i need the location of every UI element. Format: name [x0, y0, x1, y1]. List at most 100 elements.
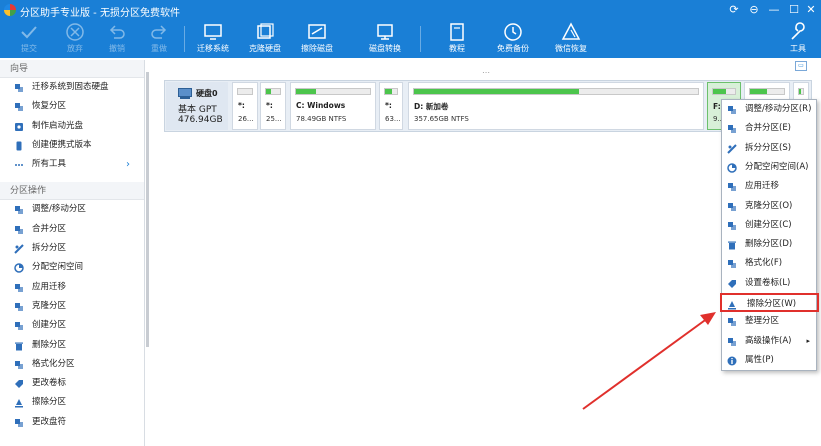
partition-usage-bar: [749, 88, 785, 95]
context-menu-item[interactable]: 格式化(F): [722, 254, 816, 273]
wipe-disk-button[interactable]: 擦除磁盘: [292, 22, 342, 58]
partition-block[interactable]: D: 新加卷 357.65GB NTFS: [408, 82, 704, 130]
disk-info[interactable]: 硬盘0 基本 GPT 476.94GB: [166, 82, 228, 130]
sidebar-item[interactable]: 格式化分区: [0, 355, 144, 374]
context-menu-item-label: 拆分分区(S): [745, 142, 792, 153]
discard-icon: [66, 23, 84, 41]
letter-icon: [15, 418, 23, 427]
sidebar-item-label: 应用迁移: [32, 281, 67, 292]
disk-type: 基本 GPT: [178, 105, 217, 115]
sidebar-scrollbar[interactable]: [146, 72, 149, 347]
submit-button[interactable]: 提交: [4, 22, 54, 58]
clone-disk-label: 克隆硬盘: [249, 44, 281, 53]
format-icon: [15, 360, 23, 369]
sidebar-item[interactable]: 迁移系统到固态硬盘: [0, 78, 144, 97]
feedback-icon[interactable]: ⊖: [744, 2, 764, 18]
submit-label: 提交: [21, 44, 37, 53]
sidebar-item-label: 调整/移动分区: [32, 204, 86, 215]
sidebar-item[interactable]: 所有工具 ›: [0, 155, 144, 174]
context-menu-item[interactable]: 分配空闲空间(A): [722, 158, 816, 177]
toolbar-divider: [420, 26, 421, 52]
context-menu-item[interactable]: 拆分分区(S): [722, 139, 816, 158]
context-menu-item[interactable]: 创建分区(C): [722, 216, 816, 235]
context-menu-item[interactable]: 应用迁移: [722, 177, 816, 196]
sidebar-item-label: 格式化分区: [32, 358, 75, 369]
context-menu-item[interactable]: 删除分区(D): [722, 235, 816, 254]
partition-name: C: Windows: [296, 101, 346, 110]
partition-usage-fill: [713, 89, 727, 94]
wipe-icon: [728, 301, 736, 310]
window-title: 分区助手专业版 - 无损分区免费软件: [20, 8, 180, 19]
partition-info: 78.49GB NTFS: [296, 115, 347, 123]
migrate-icon: [204, 24, 222, 40]
redo-icon: [151, 25, 167, 39]
minimize-button[interactable]: —: [764, 2, 784, 18]
clone-disk-button[interactable]: 克隆硬盘: [240, 22, 290, 58]
bootdisk-icon: [15, 122, 23, 131]
backup-button[interactable]: 免费备份: [488, 22, 538, 58]
sidebar-item[interactable]: 应用迁移: [0, 278, 144, 297]
context-menu-item[interactable]: 调整/移动分区(R): [722, 100, 816, 119]
partition-usage-bar: [413, 88, 699, 95]
sidebar: 向导 迁移系统到固态硬盘 恢复分区 制作启动光盘 创建便携式版本 所有工具 › 分区操作 …: [0, 60, 145, 446]
sidebar-item-label: 所有工具: [32, 159, 67, 170]
delete-icon: [728, 241, 736, 250]
context-menu-item[interactable]: 整理分区: [722, 312, 816, 331]
context-menu-item[interactable]: 设置卷标(L): [722, 274, 816, 293]
convert-disk-button[interactable]: 磁盘转换: [360, 22, 410, 58]
partition-block[interactable]: C: Windows 78.49GB NTFS: [290, 82, 376, 130]
context-menu-item-label: 整理分区: [745, 316, 780, 327]
view-toggle-icon[interactable]: ▭: [795, 61, 807, 71]
context-menu-item-label: 创建分区(C): [745, 219, 792, 230]
sidebar-item-label: 创建分区: [32, 320, 67, 331]
tutorial-button[interactable]: 教程: [432, 22, 482, 58]
format-icon: [728, 260, 736, 269]
partition-name: *:: [238, 101, 245, 110]
redo-button[interactable]: 重做: [134, 22, 184, 58]
sidebar-item[interactable]: 合并分区: [0, 220, 144, 239]
context-menu-item[interactable]: 高级操作(A) ▸: [722, 332, 816, 351]
disk-name: 硬盘0: [196, 89, 218, 98]
create-icon: [15, 322, 23, 331]
sidebar-item[interactable]: 分配空闲空间: [0, 258, 144, 277]
close-button[interactable]: ✕: [801, 2, 821, 18]
partition-usage-bar: [265, 88, 281, 95]
sidebar-item[interactable]: 克隆分区: [0, 297, 144, 316]
wipe-icon: [15, 399, 23, 408]
sidebar-item-label: 制作启动光盘: [32, 120, 84, 131]
partition-block[interactable]: *: 26...: [232, 82, 258, 130]
sidebar-item-label: 分配空闲空间: [32, 262, 84, 273]
sidebar-item[interactable]: 更改盘符: [0, 413, 144, 432]
app-migrate-icon: [15, 283, 23, 292]
partition-name: *:: [266, 101, 273, 110]
partition-usage-bar: [384, 88, 398, 95]
sidebar-item[interactable]: 调整/移动分区: [0, 200, 144, 219]
sidebar-item[interactable]: 更改卷标: [0, 374, 144, 393]
sidebar-item[interactable]: 删除分区: [0, 336, 144, 355]
wechat-recovery-button[interactable]: 微信恢复: [546, 22, 596, 58]
context-menu-item[interactable]: 合并分区(E): [722, 119, 816, 138]
sidebar-item[interactable]: 制作启动光盘: [0, 117, 144, 136]
context-menu-item-highlighted[interactable]: 擦除分区(W): [720, 293, 819, 313]
sidebar-item[interactable]: 擦除分区: [0, 393, 144, 412]
context-menu-item-label: 分配空闲空间(A): [745, 161, 809, 172]
tools-button[interactable]: 工具: [776, 22, 820, 58]
sidebar-item[interactable]: 拆分分区: [0, 239, 144, 258]
sidebar-item[interactable]: 创建便携式版本: [0, 136, 144, 155]
sidebar-item[interactable]: 恢复分区: [0, 97, 144, 116]
resize-handle[interactable]: ⋯: [482, 68, 490, 77]
title-bar: 分区助手专业版 - 无损分区免费软件 ⟳ ⊖ — ☐ ✕: [0, 0, 821, 20]
sidebar-item[interactable]: 创建分区: [0, 316, 144, 335]
migrate-os-button[interactable]: 迁移系统: [188, 22, 238, 58]
context-menu-item[interactable]: 克隆分区(O): [722, 197, 816, 216]
partition-block[interactable]: *: 25...: [260, 82, 286, 130]
partition-usage-bar: [237, 88, 253, 95]
toolbar-divider: [184, 26, 185, 52]
partition-block[interactable]: *: 63...: [379, 82, 403, 130]
clone-icon: [15, 302, 23, 311]
context-menu-item[interactable]: 属性(P): [722, 351, 816, 370]
partition-name: *:: [385, 101, 392, 110]
context-menu-item-label: 合并分区(E): [745, 123, 792, 134]
sidebar-item-label: 合并分区: [32, 223, 67, 234]
refresh-icon[interactable]: ⟳: [724, 2, 744, 18]
